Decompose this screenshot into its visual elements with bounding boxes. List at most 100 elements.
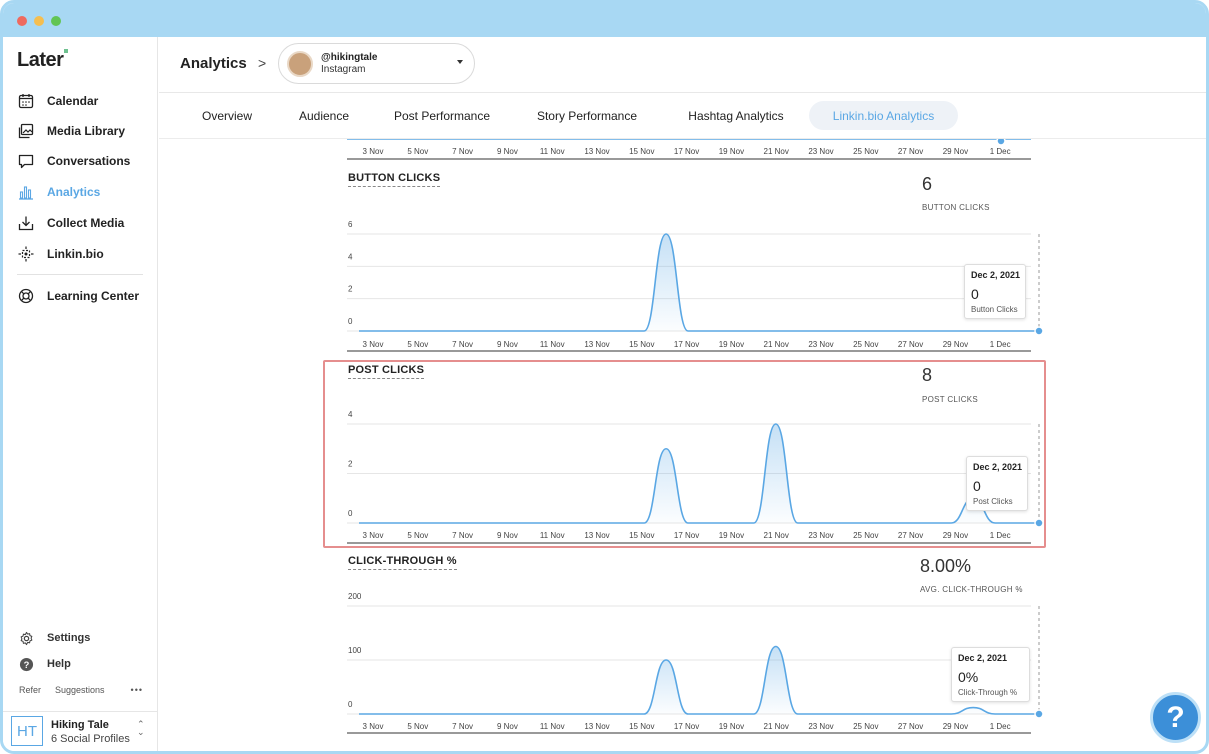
page-header: Analytics > @hikingtale Instagram [159,37,1206,93]
close-window-button[interactable] [17,16,27,26]
y-tick-label: 0 [348,509,353,518]
account-avatar [287,51,313,77]
x-tick-label: 5 Nov [407,531,428,540]
click_through-current-point [1034,709,1044,719]
sidebar-item-calendar[interactable]: Calendar [17,90,98,112]
x-tick-label: 7 Nov [452,722,473,731]
tooltip-date: Dec 2, 2021 [973,462,1023,472]
analytics-content: 3 Nov 5 Nov 7 Nov 9 Nov 11 Nov 13 Nov 15 Nov 17… [159,139,1206,751]
button_clicks-current-point [1034,326,1044,336]
x-tick-label: 5 Nov [407,340,428,349]
x-tick-label: 23 Nov [808,531,833,540]
tab-hashtag-analytics[interactable]: Hashtag Analytics [672,101,800,130]
x-tick-label: 3 Nov [363,340,384,349]
x-tick-label: 11 Nov [540,722,565,731]
tab-linkinbio-analytics[interactable]: Linkin.bio Analytics [809,101,958,130]
sidebar-item-label: Calendar [47,94,99,108]
sidebar-item-linkinbio[interactable]: Linkin.bio [17,243,104,265]
minimize-window-button[interactable] [34,16,44,26]
x-tick-label: 19 Nov [719,340,744,349]
x-tick-label: 13 Nov [584,340,609,349]
x-tick-label: 1 Dec [990,147,1011,156]
click-through-tooltip: Dec 2, 2021 0% Click-Through % [951,647,1030,702]
page-title: Analytics [180,55,247,72]
x-tick-label: 11 Nov [540,531,565,540]
help-chat-button[interactable]: ? [1150,692,1201,743]
title-bar [3,3,1206,37]
y-tick-label: 100 [348,646,362,655]
x-tick-label: 3 Nov [363,147,384,156]
x-tick-label: 21 Nov [764,722,789,731]
account-selector[interactable]: @hikingtale Instagram [278,43,475,84]
click-through-title: CLICK-THROUGH % [348,555,457,570]
caret-down-icon [457,60,463,64]
help-icon: ? [17,655,35,673]
x-tick-label: 29 Nov [943,147,968,156]
refer-link[interactable]: Refer [19,685,41,695]
x-tick-label: 19 Nov [719,147,744,156]
x-tick-label: 19 Nov [719,722,744,731]
y-tick-label: 4 [348,410,353,419]
x-tick-label: 29 Nov [943,722,968,731]
later-logo[interactable]: Later [17,49,69,72]
x-tick-label: 21 Nov [764,340,789,349]
x-tick-label: 23 Nov [808,722,833,731]
click_through-line [359,645,1039,715]
y-tick-label: 200 [348,592,362,601]
x-tick-label: 13 Nov [584,531,609,540]
chevron-up-down-icon: ⌃ ⌄ [137,719,145,737]
sidebar-item-media-library[interactable]: Media Library [17,120,125,142]
sidebar-item-settings[interactable]: Settings [17,629,90,647]
x-tick-label: 13 Nov [584,722,609,731]
x-tick-label: 15 Nov [629,147,654,156]
x-tick-label: 17 Nov [674,340,699,349]
tab-overview[interactable]: Overview [189,101,265,130]
y-tick-label: 0 [348,700,353,709]
conversations-icon [17,152,35,170]
maximize-window-button[interactable] [51,16,61,26]
x-tick-label: 23 Nov [808,147,833,156]
tab-post-performance[interactable]: Post Performance [383,101,501,130]
x-tick-label: 3 Nov [363,531,384,540]
tooltip-value: 0 [971,286,979,302]
sidebar-item-collect-media[interactable]: Collect Media [17,212,124,234]
account-network: Instagram [321,64,366,75]
post-clicks-total: 8 [922,365,933,385]
click_through-area [359,646,1039,714]
x-tick-label: 23 Nov [808,340,833,349]
suggestions-link[interactable]: Suggestions [55,685,105,695]
x-tick-label: 21 Nov [764,531,789,540]
click-through-total: 8.00% [920,556,972,576]
tooltip-label: Button Clicks [971,305,1018,314]
x-tick-label: 9 Nov [497,722,518,731]
sidebar-item-label: Help [47,658,71,670]
post-clicks-tooltip: Dec 2, 2021 0 Post Clicks [966,456,1028,511]
refer-row: Refer Suggestions ••• [19,685,143,695]
logo-mark [64,49,69,53]
sidebar-item-conversations[interactable]: Conversations [17,150,130,172]
x-tick-label: 27 Nov [898,147,923,156]
x-tick-label: 29 Nov [943,340,968,349]
x-tick-label: 1 Dec [990,340,1011,349]
learning-center-icon [17,287,35,305]
tooltip-label: Post Clicks [973,497,1013,506]
avatar: HT [11,716,43,746]
breadcrumb-separator: > [258,55,267,71]
linkinbio-icon [17,245,35,263]
post-clicks-title: POST CLICKS [348,364,425,379]
x-tick-label: 5 Nov [407,722,428,731]
tab-story-performance[interactable]: Story Performance [525,101,649,130]
profile-switcher[interactable]: HT Hiking Tale 6 Social Profiles ⌃ ⌄ [3,711,158,751]
tooltip-value: 0% [958,669,979,685]
app-window: Later Calendar Media Library Conversatio… [0,0,1209,754]
x-tick-label: 15 Nov [629,531,654,540]
tab-audience[interactable]: Audience [287,101,361,130]
x-tick-label: 11 Nov [540,340,565,349]
sidebar-item-learning-center[interactable]: Learning Center [17,285,139,307]
more-options-icon[interactable]: ••• [131,685,143,695]
gear-icon [17,629,35,647]
x-tick-label: 9 Nov [497,531,518,540]
y-tick-label: 0 [348,317,353,326]
sidebar-item-analytics[interactable]: Analytics [17,181,100,203]
sidebar-item-help[interactable]: ? Help [17,655,71,673]
